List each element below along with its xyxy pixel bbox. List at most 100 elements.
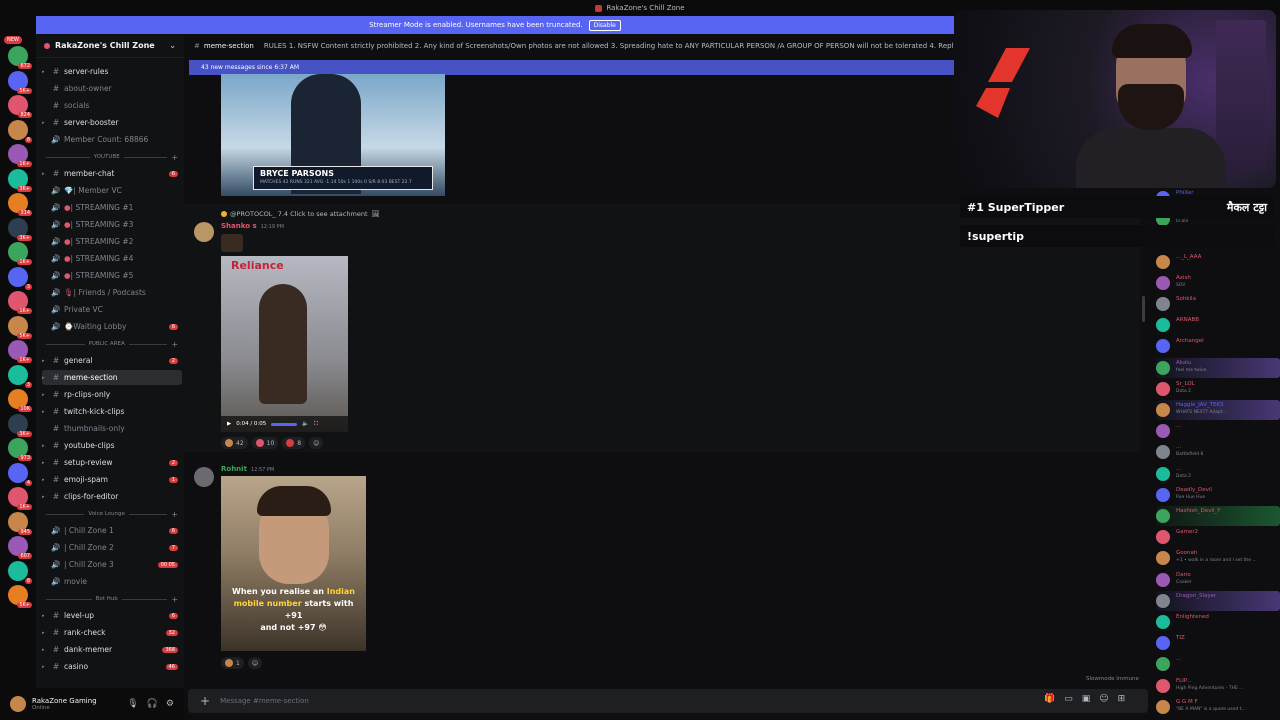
server-icon[interactable]: 4 [8,462,32,486]
member-item[interactable]: Dragon_Slayer [1156,590,1280,611]
add-reaction-icon[interactable]: ☺ [247,657,263,669]
channel-item[interactable]: ▸ # clips-for-editor [42,489,182,504]
channel-item[interactable]: # about-owner [42,81,182,96]
add-channel-icon[interactable]: + [171,510,178,519]
channel-item[interactable]: ▸ # member-chat 6 [42,166,182,181]
microphone-icon[interactable]: 🎙 [127,699,138,709]
channel-item[interactable]: 🔊 🎙 | Friends / Podcasts [42,285,182,300]
channel-category[interactable]: PUBLIC AREA + [42,339,182,349]
server-icon[interactable]: 5K+ [8,70,32,94]
add-channel-icon[interactable]: + [171,340,178,349]
reply-preview[interactable]: @PROTOCOL_ 7.4 Click to see attachment 🖼 [221,210,380,218]
member-item[interactable]: Archangel [1156,336,1280,356]
member-item[interactable]: ... Dota 2 [1156,464,1280,484]
member-item[interactable]: G G M F "BE A MAN" is a quote used t... [1156,697,1280,717]
server-icon[interactable]: 5K+ [8,585,32,608]
cricket-image-attachment[interactable]: BRYCE PARSONS MATCHES 42 RUNS 321 AVG -1… [221,74,445,196]
member-item[interactable]: Axish SOV [1156,273,1280,293]
channel-item[interactable]: 🔊 ● | STREAMING #3 [42,217,182,232]
gear-icon[interactable]: ⚙ [166,699,174,709]
chat-scrollbar[interactable] [1142,296,1145,322]
sticker-icon[interactable]: ▣ [1082,694,1091,704]
volume-icon[interactable]: 🔈 [302,421,309,427]
avatar[interactable] [10,696,26,712]
member-item[interactable]: ..._L_AAA [1156,252,1280,272]
server-icon[interactable]: 1K+ [8,242,32,265]
member-item[interactable]: Haggle_JAV_TEKS WHATS NEXT? Adapt... [1156,400,1280,420]
video-progress[interactable] [271,422,298,426]
channel-item[interactable]: ▸ # level-up 6 [42,608,182,623]
member-item[interactable]: ... Battlefield 6 [1156,442,1280,462]
add-reaction-icon[interactable]: ☺ [309,437,324,449]
channel-item[interactable]: 🔊 Member Count: 68866 [42,132,182,147]
message-composer[interactable]: + Message #meme-section [188,689,1148,713]
server-icon[interactable]: 10K [8,389,32,412]
member-item[interactable]: ARNABB [1156,315,1280,335]
avatar[interactable] [194,222,214,242]
member-item[interactable]: Gamer2 [1156,527,1280,547]
channel-item[interactable]: ▸ # meme-section [42,370,182,385]
channel-item[interactable]: ▸ # dank-memer 368 [42,642,182,657]
member-item[interactable]: Deadly_Devil Pue Hue Hue [1156,485,1280,505]
channel-item[interactable]: ▸ # casino 46 [42,659,182,674]
channel-item[interactable]: ▸ # server-rules [42,64,182,79]
reaction[interactable]: 10 [251,437,279,449]
channel-item[interactable]: 🔊 💎 | Member VC [42,183,182,198]
channel-item[interactable]: ▸ # twitch-kick-clips [42,404,182,419]
member-item[interactable]: Enlightened [1156,612,1280,632]
server-icon[interactable]: 1K+ [8,291,32,314]
apps-icon[interactable]: ⊞ [1118,694,1126,704]
message-author[interactable]: Shanko s 12:19 PM [221,222,284,230]
headphones-icon[interactable]: 🎧 [147,699,158,709]
member-item[interactable]: Hashish_Devil_Y [1156,506,1280,526]
channel-item[interactable]: 🔊 ● | STREAMING #1 [42,200,182,215]
channel-item[interactable]: 🔊 | Chill Zone 1 6 [42,523,182,538]
channel-item[interactable]: 🔊 Private VC [42,302,182,317]
server-icon[interactable]: 1K+ [8,144,32,167]
play-icon[interactable]: ▶ [227,421,231,427]
server-icon[interactable]: 1K+ [8,487,32,510]
channel-item[interactable]: 🔊 | Chill Zone 2 7 [42,540,182,555]
member-item[interactable]: ... [1156,421,1280,441]
new-messages-bar[interactable]: 43 new messages since 6:37 AM [189,60,954,75]
server-icon[interactable]: 8 [8,119,32,143]
emoji-icon[interactable]: ☺ [1099,694,1108,704]
member-item[interactable]: Goonah +1 • walk in a room and I set the … [1156,548,1280,568]
chevron-down-icon[interactable]: ⌄ [169,41,176,50]
message-author[interactable]: Rohnit 12:57 PM [221,465,274,473]
gif-icon[interactable]: ▭ [1064,694,1073,704]
reaction[interactable]: 42 [221,437,248,449]
server-icon[interactable]: 3K+ [8,217,32,241]
disable-button[interactable]: Disable [588,19,621,31]
channel-item[interactable]: ▸ # youtube-clips [42,438,182,453]
server-icon[interactable]: 973 [8,438,32,461]
channel-item[interactable]: ▸ # emoji-spam 1 [42,472,182,487]
channel-item[interactable]: ▸ # general 2 [42,353,182,368]
video-attachment[interactable]: Reliance ▶ 0:04 / 0:05 🔈 ⛶ [221,256,348,432]
fullscreen-icon[interactable]: ⛶ [314,421,318,428]
channel-item[interactable]: 🔊 ● | STREAMING #4 [42,251,182,266]
channel-item[interactable]: # thumbnails-only [42,421,182,436]
member-item[interactable]: ... [1156,654,1280,674]
meme-image-attachment[interactable]: When you realise an Indian mobile number… [221,476,366,651]
server-icon[interactable]: 3 [8,266,32,290]
server-icon[interactable]: 672 [8,46,32,69]
member-item[interactable]: FLIP... High Ping Adventures - THE ... [1156,676,1280,696]
channel-item[interactable]: ▸ # rank-check 32 [42,625,182,640]
channel-item[interactable]: ▸ # server-booster [42,115,182,130]
channel-item[interactable]: ▸ # setup-review 2 [42,455,182,470]
channel-item[interactable]: 🔊 | Chill Zone 3 00 05 [42,557,182,572]
server-icon[interactable]: 1K+ [8,340,32,363]
server-icon[interactable]: 607 [8,536,32,559]
channel-item[interactable]: ▸ # rp-clips-only [42,387,182,402]
sticker-thumbnail[interactable] [221,234,243,252]
member-item[interactable]: Dario Cooker [1156,570,1280,590]
server-icon[interactable]: 824 [8,95,32,118]
server-icon[interactable]: 3K+ [8,413,32,437]
server-icon[interactable]: 3K+ [8,168,32,192]
server-header[interactable]: RakaZone's Chill Zone ⌄ [36,34,184,58]
avatar[interactable] [194,467,214,487]
server-icon[interactable]: 945 [8,511,32,535]
reaction[interactable]: 1 [221,657,244,669]
server-icon[interactable]: 5K+ [8,315,32,339]
